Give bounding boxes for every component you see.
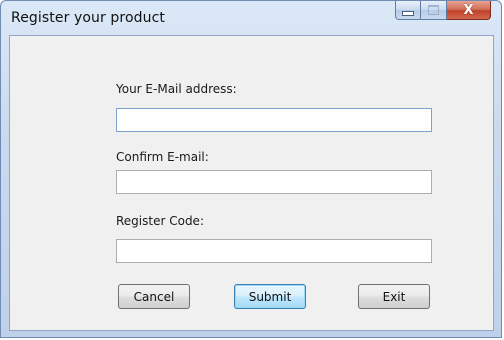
dialog-body: Your E-Mail address: Confirm E-mail: Reg…: [9, 35, 494, 331]
minimize-button[interactable]: [395, 1, 421, 20]
register-code-field[interactable]: [116, 239, 432, 263]
title-bar[interactable]: Register your product X: [1, 1, 501, 35]
exit-button[interactable]: Exit: [358, 284, 430, 309]
window-title: Register your product: [11, 10, 165, 26]
cancel-button[interactable]: Cancel: [118, 284, 190, 309]
register-dialog: Register your product X Your E-Mail addr…: [0, 0, 502, 338]
maximize-icon: [428, 5, 439, 15]
close-icon: X: [463, 2, 474, 18]
close-button[interactable]: X: [447, 1, 491, 20]
maximize-button: [421, 1, 447, 20]
email-label: Your E-Mail address:: [116, 82, 237, 96]
minimize-icon: [402, 10, 414, 16]
email-field[interactable]: [116, 108, 432, 132]
caption-buttons: X: [395, 1, 491, 21]
confirm-email-label: Confirm E-mail:: [116, 150, 209, 164]
submit-button[interactable]: Submit: [234, 284, 306, 309]
confirm-email-field[interactable]: [116, 170, 432, 194]
register-code-label: Register Code:: [116, 214, 204, 228]
